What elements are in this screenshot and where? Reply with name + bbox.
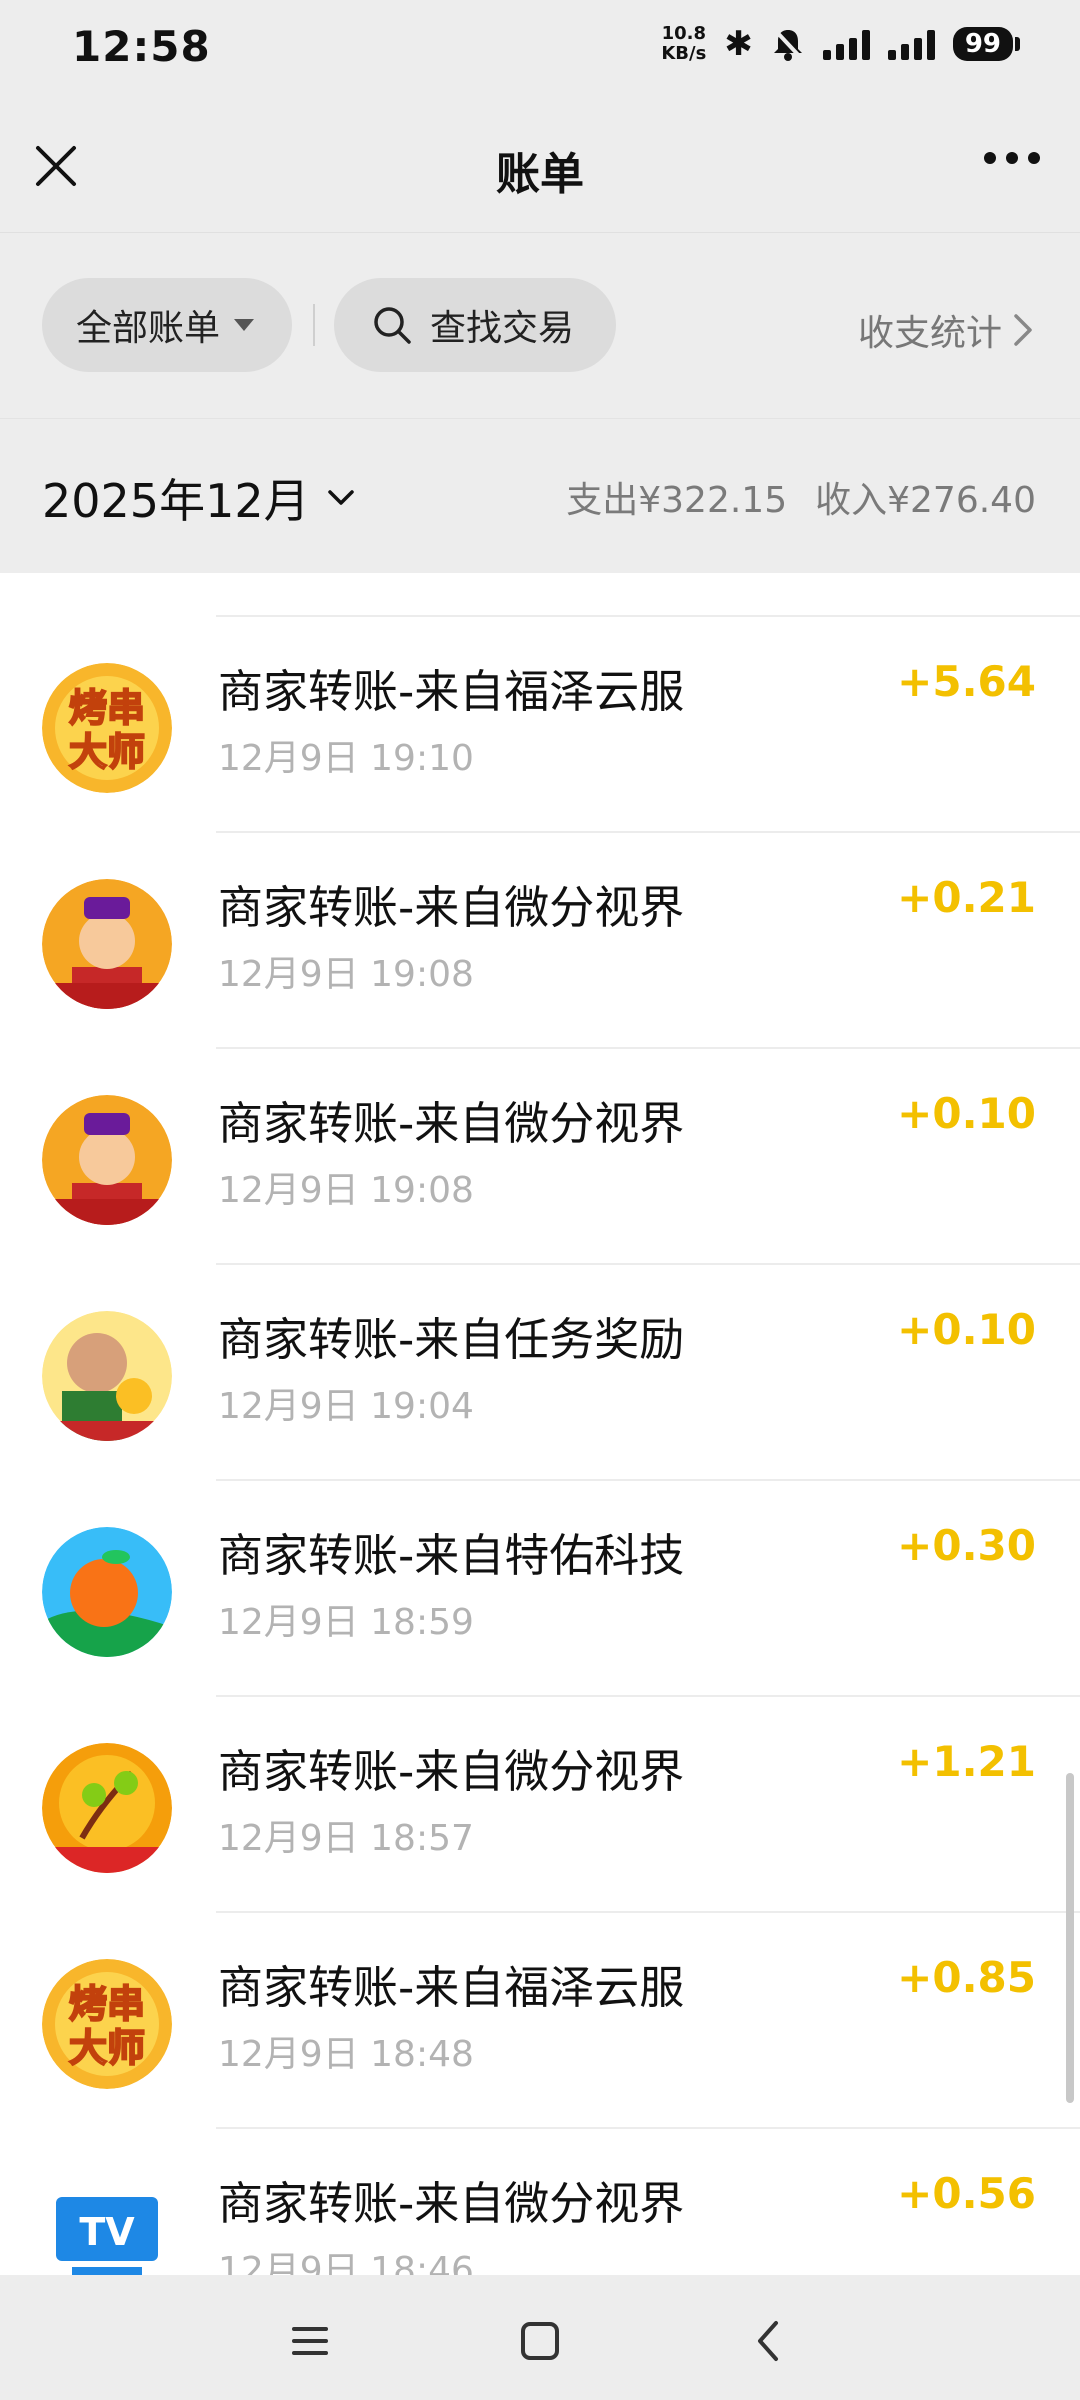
avatar-text: 大师	[69, 2026, 145, 2070]
transaction-time: 12月9日 18:48	[218, 2034, 474, 2075]
transaction-time: 12月9日 18:46	[218, 2250, 474, 2275]
network-speed: 10.8 KB/s	[661, 24, 706, 64]
battery-icon: 99	[952, 27, 1020, 61]
scrollbar[interactable]	[1066, 1773, 1074, 2103]
month-label: 2025年12月	[42, 474, 310, 528]
search-label: 查找交易	[430, 308, 575, 349]
barbecue-master-icon: 烤串 大师	[42, 1959, 172, 2089]
transaction-row[interactable]: 商家转账-来自任务奖励 12月9日 19:04 +0.10	[0, 1265, 1080, 1479]
search-icon	[374, 307, 411, 344]
network-speed-unit: KB/s	[661, 43, 707, 64]
orange-fruit-icon	[42, 1527, 172, 1657]
transaction-time: 12月9日 19:08	[218, 1170, 474, 1211]
transaction-amount: +0.10	[897, 1305, 1036, 1354]
home-icon[interactable]	[510, 2311, 570, 2371]
chevron-right-icon	[1014, 314, 1032, 346]
transaction-amount: +0.21	[897, 873, 1036, 922]
bluetooth-icon: ✱	[724, 24, 753, 64]
transaction-title: 商家转账-来自微分视界	[218, 881, 685, 934]
avatar-text: 烤串	[69, 686, 145, 730]
signal-icon-2	[887, 28, 935, 60]
transaction-title: 商家转账-来自特佑科技	[218, 1529, 685, 1582]
mute-bell-icon	[772, 27, 804, 61]
nav-bar: 账单	[0, 100, 1080, 232]
dropdown-caret-icon	[234, 319, 255, 331]
transaction-row[interactable]: 商家转账-来自微分视界 12月9日 18:57 +1.21	[0, 1697, 1080, 1911]
divider	[313, 304, 315, 346]
coin-tree-icon	[42, 1743, 172, 1873]
transaction-amount: +0.85	[897, 1953, 1036, 2002]
avatar-text: 烤串	[69, 1982, 145, 2026]
transaction-amount: +5.64	[897, 657, 1036, 706]
system-nav-bar	[0, 2275, 1080, 2400]
divider	[0, 232, 1080, 233]
month-summary: 2025年12月 支出¥322.15 收入¥276.40	[0, 419, 1080, 573]
transaction-title: 商家转账-来自福泽云服	[218, 1961, 685, 2014]
menu-icon[interactable]	[280, 2311, 340, 2371]
status-time: 12:58	[72, 22, 211, 71]
tv-icon: TV	[42, 2175, 172, 2275]
transaction-row[interactable]: 商家转账-来自特佑科技 12月9日 18:59 +0.30	[0, 1481, 1080, 1695]
income-expense-stats-link[interactable]: 收支统计	[858, 304, 1034, 356]
transaction-title: 商家转账-来自微分视界	[218, 1745, 685, 1798]
transaction-list[interactable]: 烤串 大师 商家转账-来自福泽云服 12月9日 19:10 +5.64 商家转账…	[0, 573, 1080, 2275]
month-selector[interactable]: 2025年12月	[42, 465, 358, 531]
transaction-row[interactable]: 烤串 大师 商家转账-来自福泽云服 12月9日 18:48 +0.85	[0, 1913, 1080, 2127]
all-bills-dropdown[interactable]: 全部账单	[42, 278, 292, 372]
transaction-amount: +0.10	[897, 1089, 1036, 1138]
transaction-row[interactable]: 商家转账-来自微分视界 12月9日 19:08 +0.21	[0, 833, 1080, 1047]
transaction-time: 12月9日 18:57	[218, 1818, 474, 1859]
avatar-text: 大师	[69, 730, 145, 774]
transaction-time: 12月9日 19:08	[218, 954, 474, 995]
piggy-fortune-icon	[42, 1311, 172, 1441]
filter-row: 全部账单 查找交易 收支统计	[0, 274, 1080, 374]
transaction-title: 商家转账-来自微分视界	[218, 1097, 685, 1150]
transaction-amount: +1.21	[897, 1737, 1036, 1786]
chevron-down-icon	[327, 490, 354, 505]
transaction-amount: +0.30	[897, 1521, 1036, 1570]
transaction-title: 商家转账-来自微分视界	[218, 2177, 685, 2230]
barbecue-master-icon: 烤串 大师	[42, 663, 172, 793]
transaction-time: 12月9日 19:10	[218, 738, 474, 779]
transaction-amount: +0.56	[897, 2169, 1036, 2218]
signal-icon-1	[822, 28, 870, 60]
income-total: 收入¥276.40	[815, 480, 1036, 521]
transaction-row[interactable]: TV 商家转账-来自微分视界 12月9日 18:46 +0.56	[0, 2129, 1080, 2275]
back-icon[interactable]	[740, 2311, 800, 2371]
status-icons: 10.8 KB/s ✱ 99	[661, 24, 1020, 64]
transaction-time: 12月9日 18:59	[218, 1602, 474, 1643]
fortune-god-icon	[42, 1095, 172, 1225]
battery-level: 99	[952, 27, 1013, 61]
month-totals: 支出¥322.15 收入¥276.40	[566, 471, 1036, 523]
avatar-text: TV	[79, 2210, 135, 2254]
search-transactions-button[interactable]: 查找交易	[334, 278, 616, 372]
stats-label: 收支统计	[857, 313, 1002, 354]
expense-total: 支出¥322.15	[566, 480, 788, 521]
more-options-icon[interactable]	[984, 152, 1040, 164]
transaction-title: 商家转账-来自任务奖励	[218, 1313, 685, 1366]
fortune-god-icon	[42, 879, 172, 1009]
network-speed-value: 10.8	[661, 23, 707, 44]
transaction-time: 12月9日 19:04	[218, 1386, 474, 1427]
transaction-row[interactable]: 商家转账-来自微分视界 12月9日 19:08 +0.10	[0, 1049, 1080, 1263]
page-title: 账单	[496, 149, 584, 200]
all-bills-label: 全部账单	[76, 308, 221, 349]
status-bar: 12:58 10.8 KB/s ✱ 99	[0, 0, 1080, 100]
transaction-title: 商家转账-来自福泽云服	[218, 665, 685, 718]
transaction-row[interactable]: 烤串 大师 商家转账-来自福泽云服 12月9日 19:10 +5.64	[0, 617, 1080, 831]
